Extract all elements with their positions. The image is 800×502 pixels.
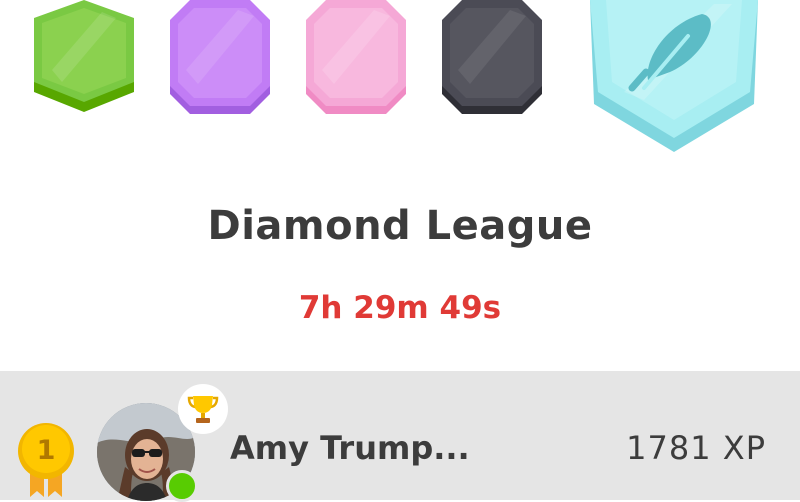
medal-icon: 1 bbox=[18, 423, 74, 497]
trophy-badge bbox=[178, 384, 228, 434]
rank-medal: 1 bbox=[16, 421, 76, 497]
leaderboard-user-name[interactable]: Amy Trump... bbox=[230, 429, 470, 467]
trophy-icon bbox=[187, 396, 219, 423]
diamond-league-badge bbox=[584, 0, 764, 156]
pink-league-badge bbox=[304, 0, 408, 116]
league-badges-row bbox=[0, 0, 800, 170]
dark-league-badge bbox=[440, 0, 544, 116]
green-league-badge bbox=[32, 0, 136, 116]
leaderboard-row[interactable]: 1 Amy Trump... 1781 XP bbox=[0, 371, 800, 502]
online-status-indicator bbox=[166, 470, 198, 502]
purple-league-badge bbox=[168, 0, 272, 116]
rank-number: 1 bbox=[37, 435, 56, 466]
league-title: Diamond League bbox=[207, 203, 593, 249]
league-countdown: 7h 29m 49s bbox=[298, 290, 502, 326]
leaderboard-user-xp: 1781 XP bbox=[626, 429, 766, 467]
